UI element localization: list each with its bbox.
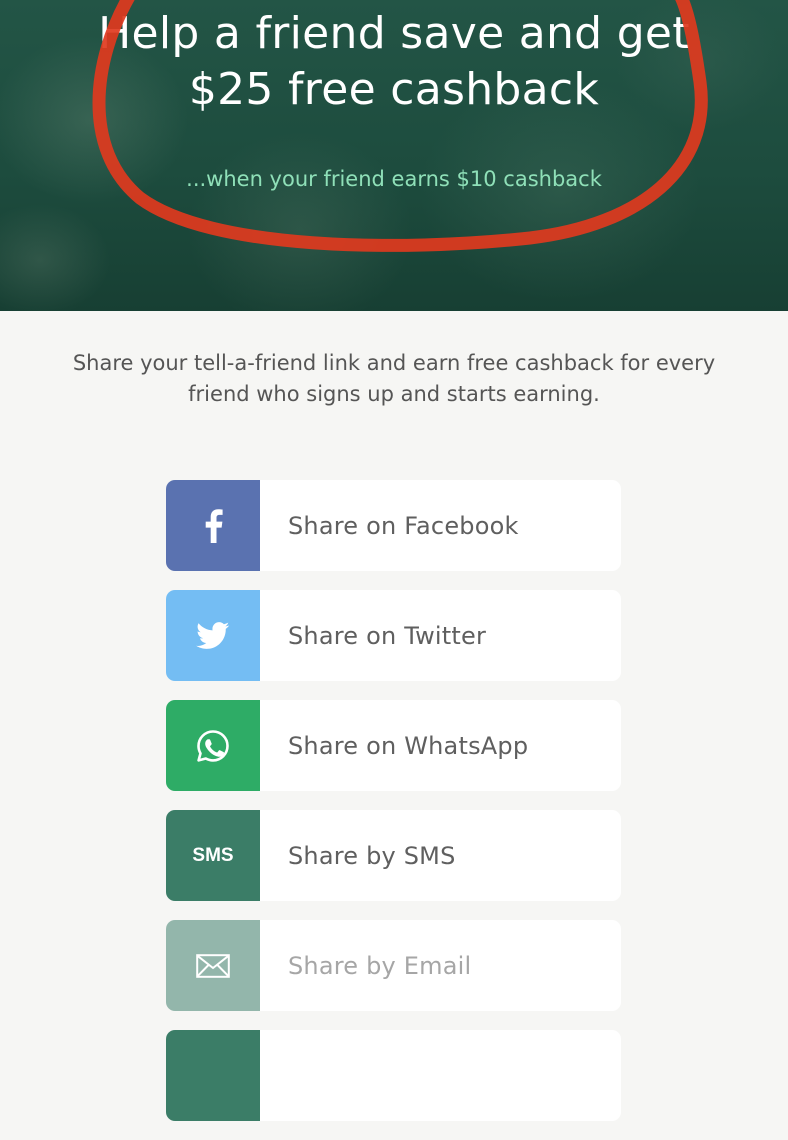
share-facebook-button[interactable]: Share on Facebook	[166, 480, 621, 571]
share-whatsapp-button[interactable]: Share on WhatsApp	[166, 700, 621, 791]
facebook-icon	[205, 508, 223, 543]
share-twitter-button[interactable]: Share on Twitter	[166, 590, 621, 681]
intro-text: Share your tell-a-friend link and earn f…	[72, 351, 716, 406]
hero-banner: Help a friend save and get $25 free cash…	[0, 0, 788, 311]
twitter-icon	[196, 621, 230, 649]
share-more-icon-tile	[166, 1030, 260, 1121]
share-email-label: Share by Email	[288, 951, 472, 980]
hero-title-line-1: Help a friend save and get	[98, 8, 690, 59]
share-email-button[interactable]: Share by Email	[166, 920, 621, 1011]
email-icon-tile	[166, 920, 260, 1011]
sms-icon: SMS	[166, 810, 260, 901]
hero-title: Help a friend save and get $25 free cash…	[0, 6, 788, 118]
share-twitter-label: Share on Twitter	[288, 621, 487, 650]
whatsapp-icon	[197, 729, 229, 762]
facebook-icon-tile	[166, 480, 260, 571]
hero-title-line-2: $25 free cashback	[188, 64, 600, 115]
share-more-button[interactable]	[166, 1030, 621, 1121]
share-facebook-label: Share on Facebook	[288, 511, 519, 540]
twitter-icon-tile	[166, 590, 260, 681]
email-icon	[196, 953, 230, 978]
sms-icon-text: SMS	[192, 844, 234, 866]
share-sms-label: Share by SMS	[288, 841, 456, 870]
hero-subtitle: ...when your friend earns $10 cashback	[186, 167, 602, 191]
share-sms-button[interactable]: SMS Share by SMS	[166, 810, 621, 901]
share-options-list: Share on Facebook Share on Twitter Share…	[166, 480, 621, 1140]
share-whatsapp-label: Share on WhatsApp	[288, 731, 529, 760]
whatsapp-icon-tile	[166, 700, 260, 791]
